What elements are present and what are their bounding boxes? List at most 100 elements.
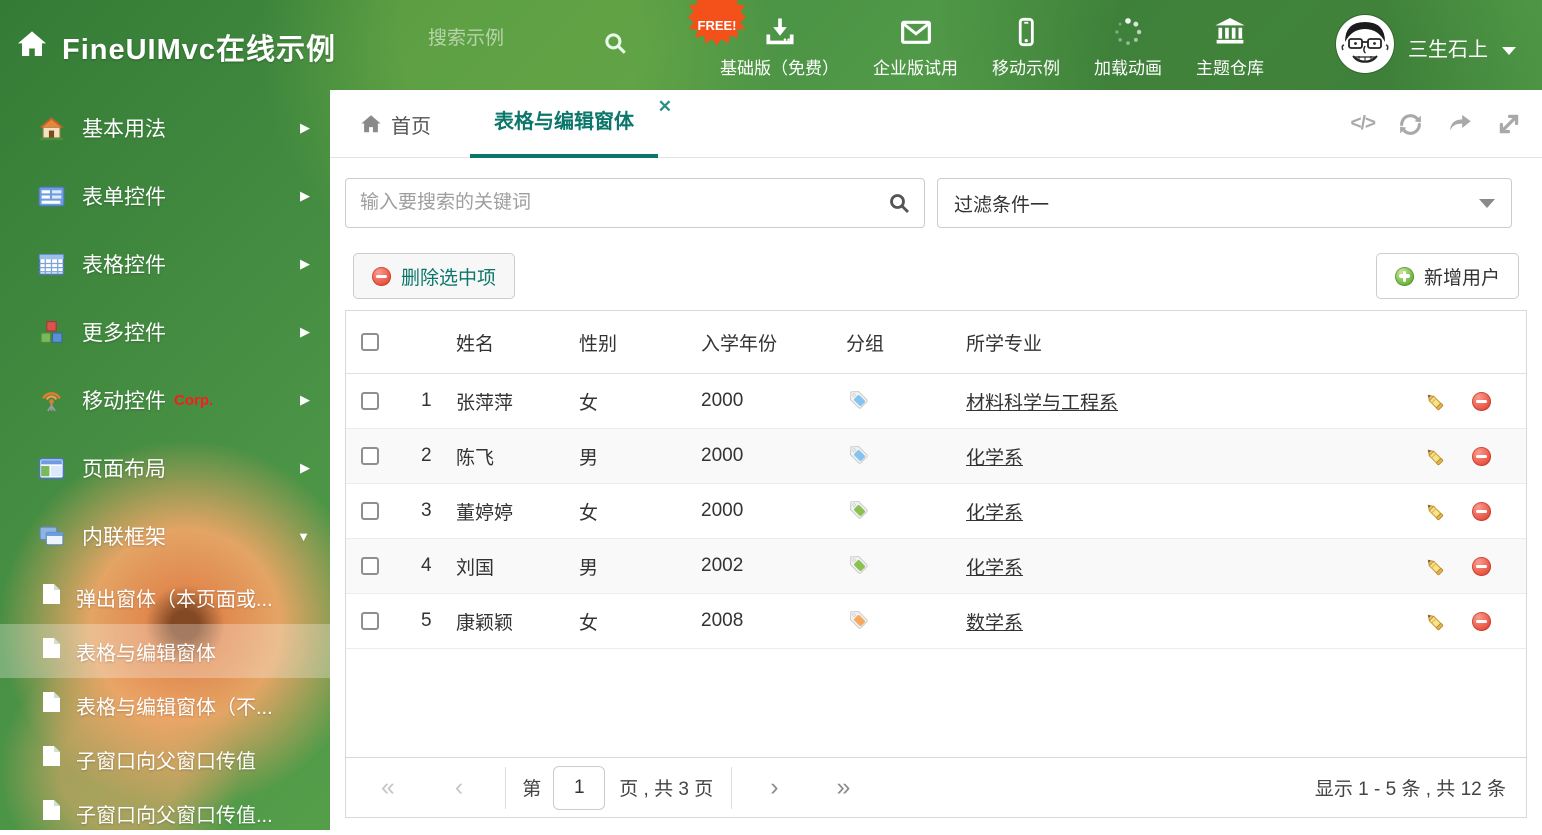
row-checkbox[interactable]	[361, 501, 379, 520]
next-page-button[interactable]: ›	[770, 775, 778, 800]
delete-icon[interactable]	[1472, 501, 1491, 521]
edit-icon[interactable]	[1423, 390, 1446, 413]
grid-toolbar: 删除选中项 新增用户	[345, 240, 1527, 310]
home-icon	[360, 113, 382, 135]
nav-enterprise-trial[interactable]: 企业版试用	[873, 12, 958, 79]
cell-name: 康颖颖	[456, 612, 514, 634]
first-page-button[interactable]: «	[381, 775, 395, 800]
cell-group	[846, 387, 966, 416]
last-page-button[interactable]: »	[837, 775, 851, 800]
home-icon[interactable]	[16, 28, 48, 65]
select-all-checkbox[interactable]	[361, 332, 379, 351]
cell-gender: 女	[579, 392, 599, 414]
sidebar-item-label: 移动控件	[82, 390, 166, 413]
app-window: FineUIMvc在线示例 FREE! 基础版（免费） 企业版试用	[0, 0, 1542, 835]
keyword-search-input[interactable]	[345, 178, 925, 228]
sidebar-subitem[interactable]: 表格与编辑窗体	[0, 624, 330, 678]
sidebar-subitem[interactable]: 弹出窗体（本页面或...	[0, 570, 330, 624]
major-link[interactable]: 化学系	[966, 448, 1023, 469]
header-search-input[interactable]	[428, 28, 598, 50]
chevron-right-icon: ▶	[300, 256, 310, 271]
cubes-icon	[38, 319, 65, 346]
delete-icon[interactable]	[1472, 556, 1491, 576]
row-checkbox[interactable]	[361, 391, 379, 410]
sidebar-item-mobile-controls[interactable]: 移动控件 Corp. ▶	[0, 366, 330, 434]
user-menu[interactable]: 三生石上	[1408, 33, 1516, 62]
fullscreen-icon[interactable]	[1496, 111, 1522, 137]
sidebar-subitem-label: 表格与编辑窗体	[76, 642, 216, 665]
row-checkbox[interactable]	[361, 556, 379, 575]
sidebar-item-more-controls[interactable]: 更多控件 ▶	[0, 298, 330, 366]
table-row: 2 陈飞 男 2000 化学系	[346, 429, 1526, 484]
nav-label: 加载动画	[1094, 59, 1162, 78]
user-name: 三生石上	[1408, 39, 1488, 61]
row-checkbox[interactable]	[361, 611, 379, 630]
edit-icon[interactable]	[1423, 610, 1446, 633]
close-icon[interactable]: ✕	[658, 98, 672, 115]
data-grid: 姓名 性别 入学年份 分组 所学专业 1 张萍萍 女 2000 材料科学与工程系…	[345, 310, 1527, 818]
tab-active-label: 表格与编辑窗体	[494, 111, 634, 133]
filter-dropdown[interactable]: 过滤条件一	[937, 178, 1512, 228]
delete-icon[interactable]	[1472, 446, 1491, 466]
major-link[interactable]: 数学系	[966, 613, 1023, 634]
app-title: FineUIMvc在线示例	[62, 34, 337, 66]
delete-icon[interactable]	[1472, 611, 1491, 631]
major-link[interactable]: 化学系	[966, 503, 1023, 524]
edit-icon[interactable]	[1423, 500, 1446, 523]
sidebar-item-iframe[interactable]: 内联框架 ▼	[0, 502, 330, 570]
nav-basic-edition[interactable]: 基础版（免费）	[720, 12, 839, 79]
search-icon[interactable]	[602, 30, 628, 61]
chevron-right-icon: ▶	[300, 120, 310, 135]
avatar[interactable]	[1336, 15, 1394, 73]
cell-year: 2008	[701, 610, 744, 631]
page-number-input[interactable]	[553, 765, 606, 810]
sidebar-item-grid-controls[interactable]: 表格控件 ▶	[0, 230, 330, 298]
open-new-window-icon[interactable]	[1446, 110, 1474, 138]
cell-gender: 男	[579, 447, 599, 469]
cell-group	[846, 552, 966, 581]
cell-year: 2002	[701, 555, 744, 576]
minus-circle-icon	[372, 266, 391, 286]
row-index: 2	[421, 445, 432, 466]
sidebar-subitem[interactable]: 子窗口向父窗口传值	[0, 732, 330, 786]
edit-icon[interactable]	[1423, 445, 1446, 468]
nav-mobile-demo[interactable]: 移动示例	[992, 12, 1060, 79]
view-source-icon[interactable]: </>	[1351, 113, 1377, 135]
sidebar-subitem[interactable]: 表格与编辑窗体（不...	[0, 678, 330, 732]
major-link[interactable]: 材料科学与工程系	[966, 393, 1118, 414]
row-index: 3	[421, 500, 432, 521]
cell-gender: 女	[579, 502, 599, 524]
nav-loading-animation[interactable]: 加载动画	[1094, 12, 1162, 79]
cell-major: 数学系	[966, 608, 1403, 635]
tab-tools: </>	[1351, 90, 1522, 158]
add-user-button[interactable]: 新增用户	[1375, 253, 1519, 299]
sidebar-item-basic-usage[interactable]: 基本用法 ▶	[0, 94, 330, 162]
divider	[505, 766, 507, 809]
bank-icon	[1213, 12, 1247, 48]
nav-label: 移动示例	[992, 59, 1060, 78]
sidebar-subitem[interactable]: 子窗口向父窗口传值...	[0, 786, 330, 835]
delete-icon[interactable]	[1472, 391, 1491, 411]
row-checkbox[interactable]	[361, 446, 379, 465]
header-nav: 基础版（免费） 企业版试用 移动示例 加载动画 主题仓库	[720, 12, 1298, 79]
table-header-row: 姓名 性别 入学年份 分组 所学专业	[346, 311, 1526, 374]
tab-home-label: 首页	[391, 115, 431, 138]
tab-home[interactable]: 首页	[360, 90, 431, 158]
sidebar-item-label: 更多控件	[82, 322, 166, 345]
nav-theme-store[interactable]: 主题仓库	[1196, 12, 1264, 79]
delete-selected-button[interactable]: 删除选中项	[353, 253, 516, 299]
chevron-right-icon: ▶	[300, 392, 310, 407]
sidebar-subitem-label: 表格与编辑窗体（不...	[76, 696, 273, 719]
cell-actions	[1403, 390, 1526, 413]
sidebar-item-form-controls[interactable]: 表单控件 ▶	[0, 162, 330, 230]
refresh-icon[interactable]	[1397, 111, 1424, 138]
download-icon	[764, 12, 796, 48]
sidebar-item-page-layout[interactable]: 页面布局 ▶	[0, 434, 330, 502]
search-icon[interactable]	[887, 191, 911, 220]
tab-grid-edit-window[interactable]: 表格与编辑窗体 ✕	[470, 90, 672, 158]
major-link[interactable]: 化学系	[966, 558, 1023, 579]
edit-icon[interactable]	[1423, 555, 1446, 578]
col-header-gender: 性别	[579, 333, 618, 355]
chevron-right-icon: ▶	[300, 188, 310, 203]
prev-page-button[interactable]: ‹	[455, 775, 463, 800]
